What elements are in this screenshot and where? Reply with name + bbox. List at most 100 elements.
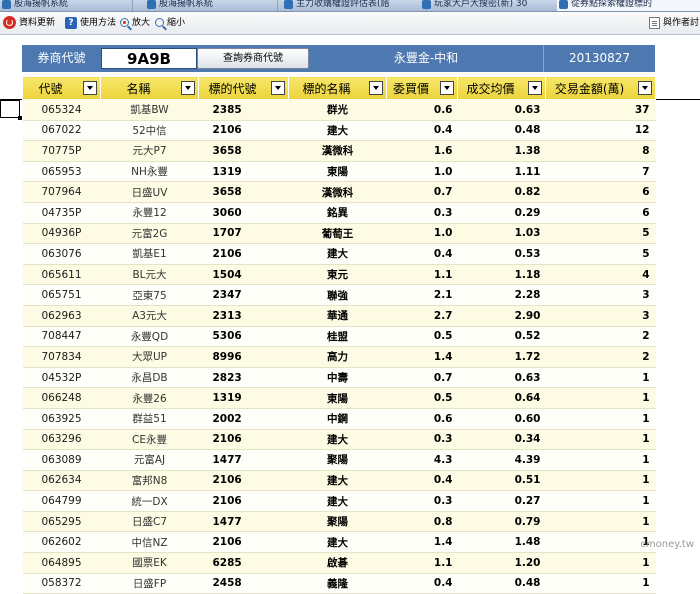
underlying-code-cell: 8996 [198,346,289,368]
filter-dropdown-icon[interactable] [440,81,454,95]
table-row[interactable]: 062634 富邦N8 2106 建大 0.4 0.51 1 [22,470,656,492]
avg-price-cell: 0.52 [457,326,546,348]
bid-price-cell: 0.7 [386,181,458,203]
tab-3[interactable]: 主力收購權證評估表(諮 [282,0,427,11]
trade-amount-cell: 1 [545,470,656,492]
column-header-underlying-name: 標的名稱 [288,76,387,100]
table-row[interactable]: 062963 A3元大 2313 華通 2.7 2.90 3 [22,305,656,327]
trade-amount-cell: 6 [545,181,656,203]
table-row[interactable]: 70775P 元大P7 3658 漢微科 1.6 1.38 8 [22,140,656,162]
underlying-code-cell: 3060 [198,202,289,224]
avg-price-cell: 0.79 [457,511,546,533]
table-row[interactable]: 064799 統一DX 2106 建大 0.3 0.27 1 [22,490,656,512]
query-broker-button[interactable]: 查詢券商代號 [197,48,309,69]
warrant-code-cell: 065953 [22,161,101,183]
help-button[interactable]: ? 使用方法 [65,15,116,31]
trade-amount-cell: 1 [545,511,656,533]
table-row[interactable]: 04532P 永昌DB 2823 中壽 0.7 0.63 1 [22,367,656,389]
column-title: 代號 [38,81,63,96]
tab-4[interactable]: 玩家大戶大搜密(新) 30 [420,0,560,11]
table-row[interactable]: 064895 國票EK 6285 啟碁 1.1 1.20 1 [22,552,656,574]
tab-2[interactable]: 股海揚帆系統 [145,0,278,11]
table-row[interactable]: 063089 元富AJ 1477 聚陽 4.3 4.39 1 [22,449,656,471]
tab-5[interactable]: 從券點探索權證標的 [557,0,700,11]
table-row[interactable]: 065324 凱基BW 2385 群光 0.6 0.63 37 [22,99,656,121]
tab-label: 玩家大戶大搜密(新) 30 [434,0,528,9]
trade-amount-cell: 1 [545,552,656,574]
warrant-name-cell: 群益51 [100,408,199,430]
table-row[interactable]: 067022 52中信 2106 建大 0.4 0.48 12 [22,120,656,142]
broker-code-input[interactable]: 9A9B [101,48,197,69]
app-icon [284,0,293,9]
filter-dropdown-icon[interactable] [271,81,285,95]
table-row[interactable]: 065751 亞東75 2347 聯強 2.1 2.28 3 [22,284,656,306]
table-row[interactable]: 04936P 元富2G 1707 葡萄王 1.0 1.03 5 [22,223,656,245]
avg-price-cell: 0.48 [457,573,546,594]
zoom-out-button[interactable]: 縮小 [155,15,185,31]
zoom-in-button[interactable]: 放大 [120,15,150,31]
avg-price-cell: 0.53 [457,243,546,265]
underlying-name-cell: 群光 [288,99,387,121]
underlying-name-cell: 華通 [288,305,387,327]
table-row[interactable]: 063925 群益51 2002 中鋼 0.6 0.60 1 [22,408,656,430]
tab-1[interactable]: 股海揚帆系統 [0,0,133,11]
trade-amount-cell: 5 [545,223,656,245]
underlying-code-cell: 3658 [198,140,289,162]
table-row[interactable]: 707834 大眾UP 8996 高力 1.4 1.72 2 [22,346,656,368]
table-row[interactable]: 063076 凱基E1 2106 建大 0.4 0.53 5 [22,243,656,265]
underlying-name-cell: 建大 [288,243,387,265]
app-icon [147,0,156,9]
filter-dropdown-icon[interactable] [83,81,97,95]
trade-amount-cell: 1 [545,531,656,554]
underlying-code-cell: 2347 [198,284,289,306]
bid-price-cell: 0.6 [386,408,458,430]
tab-label: 主力收購權證評估表(諮 [296,0,390,9]
bid-price-cell: 2.1 [386,284,458,306]
warrant-code-cell: 062634 [22,470,101,492]
warrant-code-cell: 065611 [22,264,101,286]
table-row[interactable]: 065295 日盛C7 1477 聚陽 0.8 0.79 1 [22,511,656,533]
warrant-code-cell: 708447 [22,326,101,348]
bid-price-cell: 0.5 [386,326,458,348]
avg-price-cell: 0.29 [457,202,546,224]
filter-dropdown-icon[interactable] [369,81,383,95]
trade-amount-cell: 6 [545,202,656,224]
refresh-icon [3,16,16,29]
discuss-button[interactable]: 與作者討 [649,15,699,31]
bid-price-cell: 0.4 [386,120,458,142]
column-header-bid-price: 委買價 [386,76,458,100]
table-row[interactable]: 04735P 永豐12 3060 銘異 0.3 0.29 6 [22,202,656,224]
table-row[interactable]: 058372 日盛FP 2458 義隆 0.4 0.48 1 [22,573,656,594]
underlying-code-cell: 2002 [198,408,289,430]
table-row[interactable]: 065953 NH永豐 1319 東陽 1.0 1.11 7 [22,161,656,183]
avg-price-cell: 1.18 [457,264,546,286]
globe-icon [422,0,431,9]
table-row[interactable]: 062602 中信NZ 2106 建大 1.4 1.48 1 [22,531,656,554]
avg-price-cell: 0.60 [457,408,546,430]
table-row[interactable]: 066248 永豐26 1319 東陽 0.5 0.64 1 [22,387,656,409]
avg-price-cell: 0.51 [457,470,546,492]
filter-dropdown-icon[interactable] [528,81,542,95]
warrant-name-cell: CE永豐 [100,429,199,451]
refresh-button[interactable]: 資料更新 [3,15,55,31]
underlying-name-cell: 建大 [288,470,387,492]
underlying-name-cell: 漢微科 [288,181,387,203]
table-row[interactable]: 708447 永豐QD 5306 桂盟 0.5 0.52 2 [22,326,656,348]
table-row[interactable]: 063296 CE永豐 2106 建大 0.3 0.34 1 [22,429,656,451]
warrant-name-cell: 元富AJ [100,449,199,471]
filter-dropdown-icon[interactable] [181,81,195,95]
table-row[interactable]: 065611 BL元大 1504 東元 1.1 1.18 4 [22,264,656,286]
cell-selection-box[interactable] [0,100,22,120]
underlying-code-cell: 2823 [198,367,289,389]
app-icon [559,0,568,9]
warrant-code-cell: 063089 [22,449,101,471]
column-title: 委買價 [392,81,429,96]
filter-dropdown-icon[interactable] [638,81,652,95]
warrant-name-cell: 統一DX [100,490,199,512]
underlying-code-cell: 6285 [198,552,289,574]
bid-price-cell: 1.0 [386,161,458,183]
warrant-name-cell: 中信NZ [100,531,199,554]
warrant-code-cell: 062602 [22,531,101,554]
trade-amount-cell: 12 [545,120,656,142]
table-row[interactable]: 707964 日盛UV 3658 漢微科 0.7 0.82 6 [22,181,656,203]
